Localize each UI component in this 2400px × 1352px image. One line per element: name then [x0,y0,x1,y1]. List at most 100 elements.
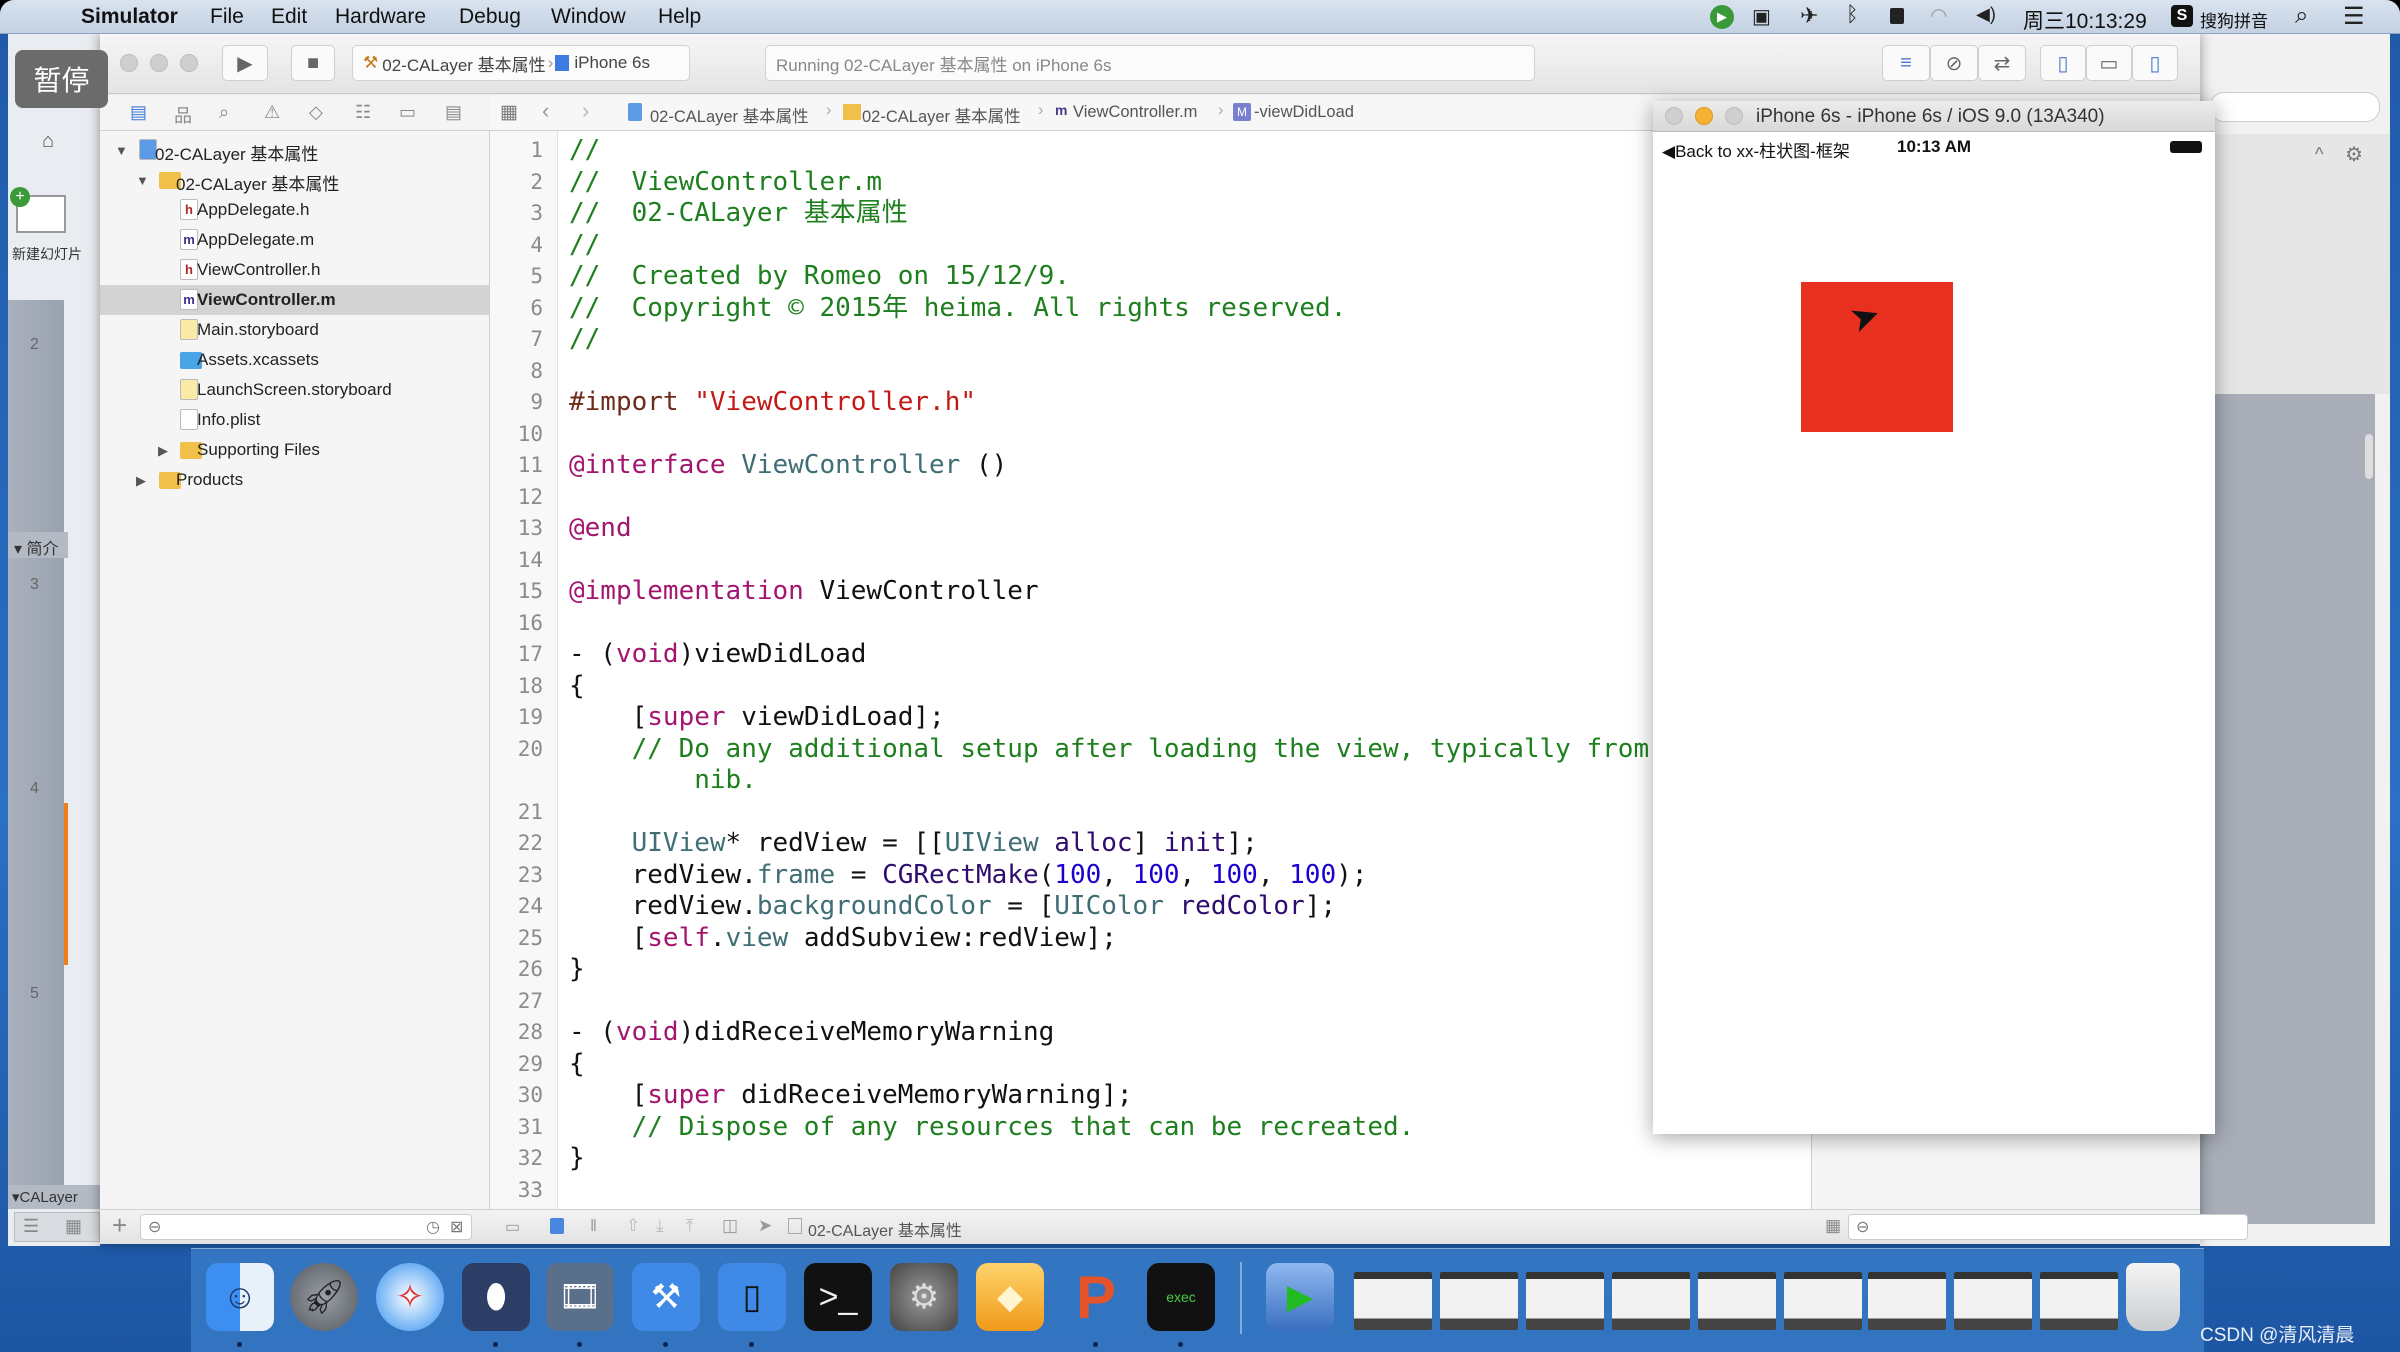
assistant-editor-button[interactable]: ⊘ [1930,45,1978,81]
status-app-icon[interactable]: ▶ [1710,5,1734,29]
dock-window-5-icon[interactable] [1784,1272,1862,1330]
breakpoint-navigator-icon[interactable]: ▭ [399,102,416,123]
dock-window-6-icon[interactable] [1868,1272,1946,1330]
dock-window-2-icon[interactable] [1526,1272,1604,1330]
breadcrumb-file[interactable]: ViewController.m [1073,103,1197,122]
disclosure-open-icon[interactable]: ▼ [115,143,128,158]
issue-navigator-icon[interactable]: ⚠ [264,102,280,123]
navigator-item[interactable]: Main.storyboard [100,315,489,345]
menu-file[interactable]: File [210,5,244,29]
toggle-debug-button[interactable]: ▭ [2086,45,2132,81]
step-over-icon[interactable]: ⇧ [626,1216,640,1236]
dock-launchpad-icon[interactable]: 🚀︎ [290,1263,358,1331]
pause-badge[interactable]: 暂停 [15,50,108,108]
library-filter-field[interactable] [1848,1214,2248,1240]
dock-window-8-icon[interactable] [2040,1272,2118,1330]
dock-safari-icon[interactable]: ✧ [376,1263,444,1331]
spotlight-search-icon[interactable]: ⌕ [2295,2,2308,30]
sim-minimize-button[interactable] [1695,107,1713,125]
dock-presentation-app-icon[interactable]: P [1062,1263,1130,1331]
library-grid-icon[interactable]: ▦ [1825,1216,1841,1236]
dock-system-preferences-icon[interactable]: ⚙ [890,1263,958,1331]
section-header[interactable]: ▾CALayer [8,1185,100,1209]
find-navigator-icon[interactable]: ⌕ [219,102,229,123]
new-slide-icon[interactable]: + [10,187,66,233]
navigator-item[interactable]: ▶ Products [100,465,489,495]
standard-editor-button[interactable]: ≡ [1882,45,1930,81]
dock-photo-slideshow-icon[interactable]: 🎞︎ [546,1263,614,1331]
scheme-selector[interactable]: ⚒ 02-CALayer 基本属性 › iPhone 6s [352,45,690,81]
dock-console-icon[interactable]: exec [1147,1263,1215,1331]
home-icon[interactable]: ⌂ [42,130,54,153]
chevron-up-icon[interactable]: ^ [2315,144,2323,165]
toggle-navigator-button[interactable]: ▯ [2040,45,2086,81]
toggle-utilities-button[interactable]: ▯ [2132,45,2178,81]
dock-finder-icon[interactable]: ☺ [206,1263,274,1331]
view-debugger-icon[interactable]: ◫ [722,1216,738,1236]
recent-files-icon[interactable]: ◷ [426,1217,440,1237]
step-out-icon[interactable]: ⤒ [686,1216,694,1236]
slide-number[interactable]: 5 [30,985,39,1003]
source-control-filter-icon[interactable]: ⊠ [450,1217,463,1237]
navigator-item[interactable]: Assets.xcassets [100,345,489,375]
menu-debug[interactable]: Debug [459,5,521,29]
run-button[interactable]: ▶ [222,45,268,81]
list-view-icon[interactable]: ☰ [23,1216,39,1237]
dock-xcode-icon[interactable]: ⚒ [632,1263,700,1331]
dock-window-4-icon[interactable] [1698,1272,1776,1330]
navigator-item[interactable]: h ViewController.h [100,255,489,285]
dock-simulator-icon[interactable]: ▯ [718,1263,786,1331]
grid-view-icon[interactable]: ▦ [65,1216,82,1237]
forward-icon[interactable]: › [582,98,589,124]
navigator-item[interactable]: m ViewController.m [100,285,489,315]
dock-sketch-icon[interactable]: ◆ [976,1263,1044,1331]
disclosure-open-icon[interactable]: ▼ [136,173,149,188]
back-to-app-link[interactable]: ◀Back to xx-柱状图-框架 [1662,137,1850,162]
clock[interactable]: 周三10:13:29 [2023,5,2147,35]
new-slide-label[interactable]: 新建幻灯片 [12,244,82,264]
project-navigator-icon[interactable]: ▤ [130,102,147,123]
dock-mouse-app-icon[interactable]: ⬮ [462,1263,530,1331]
navigator-item[interactable]: Info.plist [100,405,489,435]
navigator-item[interactable]: LaunchScreen.storyboard [100,375,489,405]
screen-record-icon[interactable]: ▣ [1752,4,1771,29]
debug-target-label[interactable]: 02-CALayer 基本属性 [808,1217,962,1241]
navigator-item[interactable]: ▼ 02-CALayer 基本属性 [100,165,489,195]
flight-icon[interactable]: ✈ [1800,3,1818,29]
symbol-navigator-icon[interactable]: 品 [174,102,192,128]
dock-preview-window-icon[interactable] [1354,1272,1432,1330]
back-icon[interactable]: ‹ [542,98,549,124]
slide-number[interactable]: 3 [30,576,39,594]
sim-close-button[interactable] [1665,107,1683,125]
navigator-item[interactable]: h AppDelegate.h [100,195,489,225]
volume-icon[interactable]: ◀) [1976,4,1996,25]
add-file-button[interactable]: + [112,1210,127,1241]
search-field[interactable] [2210,92,2380,122]
location-icon[interactable]: ➤ [758,1216,772,1236]
menu-window[interactable]: Window [551,5,626,29]
zoom-button[interactable] [180,54,198,72]
scrollbar[interactable] [2365,434,2373,479]
pause-icon[interactable]: ‖ [590,1216,597,1236]
disclosure-closed-icon[interactable]: ▶ [136,473,146,489]
dock-window-7-icon[interactable] [1954,1272,2032,1330]
gear-icon[interactable]: ⚙ [2345,142,2363,167]
navigator-filter-field[interactable] [140,1214,472,1240]
breadcrumb-method[interactable]: -viewDidLoad [1254,103,1354,122]
report-navigator-icon[interactable]: ▤ [445,102,462,123]
menu-edit[interactable]: Edit [271,5,307,29]
test-navigator-icon[interactable]: ◇ [309,102,323,123]
section-header[interactable]: ▾ 简介 [8,532,68,558]
navigator-item[interactable]: m AppDelegate.m [100,225,489,255]
sim-zoom-button[interactable] [1725,107,1743,125]
debug-navigator-icon[interactable]: ☷ [355,102,371,123]
breakpoints-toggle-icon[interactable] [550,1218,564,1234]
dock-window-1-icon[interactable] [1440,1272,1518,1330]
input-method[interactable]: 搜狗拼音 [2200,7,2268,32]
dock-terminal-icon[interactable]: >_ [804,1263,872,1331]
slide-number[interactable]: 2 [30,336,39,354]
bluetooth-icon[interactable]: ᛒ [1846,3,1859,27]
navigator-item[interactable]: ▶ Supporting Files [100,435,489,465]
menu-help[interactable]: Help [658,5,701,29]
menu-app-name[interactable]: Simulator [81,5,178,29]
